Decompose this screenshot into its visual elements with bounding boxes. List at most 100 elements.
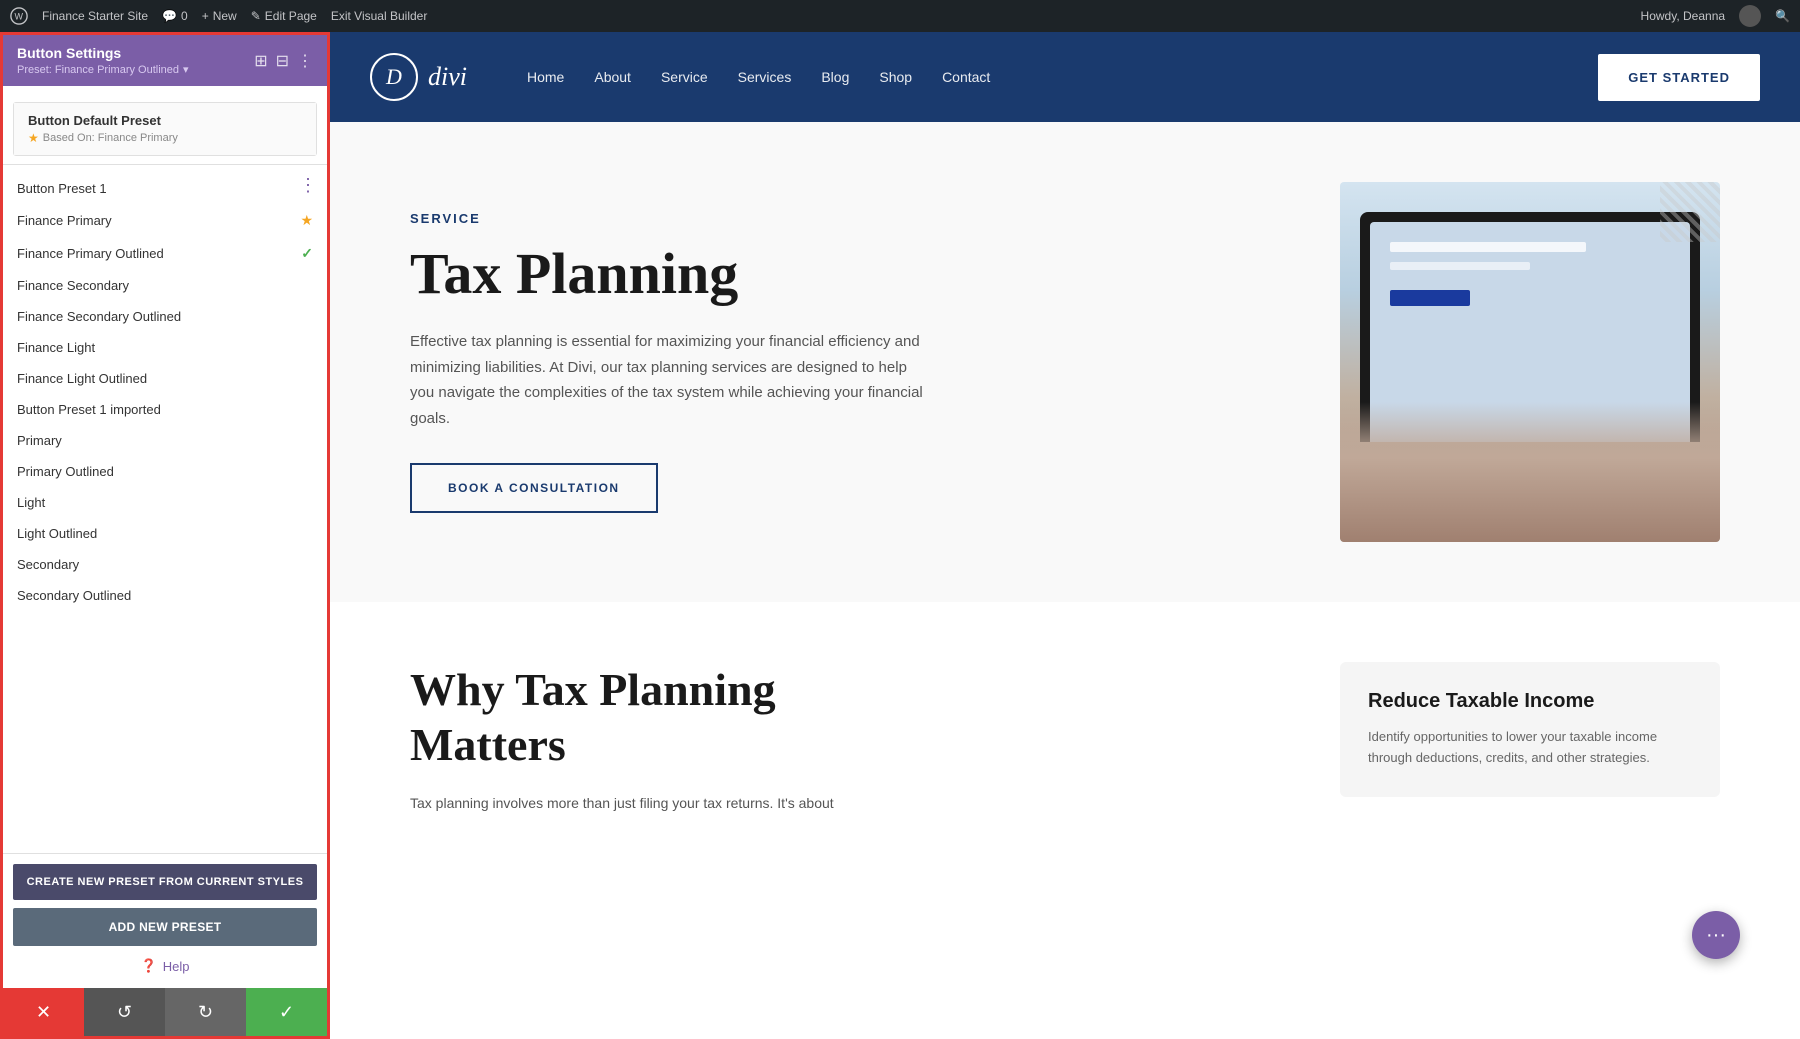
settings-icon-button[interactable]: ⊞ <box>254 51 267 71</box>
site-navigation: D divi Home About Service Services Blog … <box>330 32 1800 122</box>
wp-logo[interactable]: W <box>10 7 28 25</box>
layout-icon-button[interactable]: ⊟ <box>276 51 289 71</box>
nav-link-contact[interactable]: Contact <box>942 69 990 85</box>
button-settings-panel: Button Settings Preset: Finance Primary … <box>0 32 330 1039</box>
exit-builder-link[interactable]: Exit Visual Builder <box>331 9 428 23</box>
cancel-button[interactable]: ✕ <box>3 988 84 1036</box>
list-item[interactable]: Secondary Outlined <box>3 580 327 611</box>
help-link[interactable]: ❓ Help <box>13 954 317 978</box>
preset-name: Finance Secondary <box>17 278 313 293</box>
list-item[interactable]: Primary <box>3 425 327 456</box>
hero-text: SERVICE Tax Planning Effective tax plann… <box>410 211 1280 514</box>
preset-name: Button Preset 1 imported <box>17 402 313 417</box>
logo-text: divi <box>428 62 467 92</box>
bottom-title-line2: Matters <box>410 719 566 770</box>
nav-link-service[interactable]: Service <box>661 69 708 85</box>
wordpress-icon: W <box>10 7 28 25</box>
panel-title: Button Settings <box>17 45 189 61</box>
nav-link-blog[interactable]: Blog <box>821 69 849 85</box>
list-item[interactable]: Light <box>3 487 327 518</box>
sidebar-header-info: Button Settings Preset: Finance Primary … <box>17 45 189 76</box>
nav-link-home[interactable]: Home <box>527 69 564 85</box>
info-card-description: Identify opportunities to lower your tax… <box>1368 727 1692 769</box>
context-menu-icon[interactable]: ⋮ <box>299 175 317 196</box>
book-consultation-button[interactable]: BOOK A CONSULTATION <box>410 463 658 513</box>
default-preset-group: Button Default Preset ★ Based On: Financ… <box>13 102 317 156</box>
fab-button[interactable]: ··· <box>1692 911 1740 959</box>
save-button[interactable]: ✓ <box>246 988 327 1036</box>
redo-button[interactable]: ↻ <box>165 988 246 1036</box>
list-item[interactable]: Finance Primary Outlined ✓ <box>3 237 327 270</box>
screen-button <box>1390 290 1470 306</box>
undo-button[interactable]: ↺ <box>84 988 165 1036</box>
list-item[interactable]: Primary Outlined <box>3 456 327 487</box>
list-item[interactable]: Secondary <box>3 549 327 580</box>
list-item[interactable]: Finance Light <box>3 332 327 363</box>
sidebar-content: Button Default Preset ★ Based On: Financ… <box>3 86 327 853</box>
exit-builder-label: Exit Visual Builder <box>331 9 428 23</box>
logo-circle: D <box>370 53 418 101</box>
default-preset-sub: ★ Based On: Finance Primary <box>28 131 302 145</box>
save-icon: ✓ <box>279 1002 294 1023</box>
main-layout: Button Settings Preset: Finance Primary … <box>0 32 1800 1039</box>
list-item[interactable]: Finance Secondary <box>3 270 327 301</box>
preset-name: Finance Secondary Outlined <box>17 309 313 324</box>
fab-icon: ··· <box>1706 924 1726 947</box>
undo-icon: ↺ <box>117 1002 132 1023</box>
comment-icon: 💬 <box>162 9 177 23</box>
pencil-icon: ✎ <box>251 9 261 23</box>
default-preset-header: Button Default Preset ★ Based On: Financ… <box>14 103 316 155</box>
screen-content <box>1370 222 1690 326</box>
hero-title: Tax Planning <box>410 242 1280 306</box>
help-label: Help <box>163 959 190 974</box>
preset-name: Secondary <box>17 557 313 572</box>
star-icon: ★ <box>28 131 39 145</box>
checkmark-icon: ✓ <box>301 245 313 262</box>
bottom-description: Tax planning involves more than just fil… <box>410 792 1280 816</box>
list-item[interactable]: Finance Secondary Outlined <box>3 301 327 332</box>
list-item[interactable]: Finance Light Outlined <box>3 363 327 394</box>
nav-link-services[interactable]: Services <box>738 69 792 85</box>
bottom-text: Why Tax Planning Matters Tax planning in… <box>410 662 1280 816</box>
stripe-pattern <box>1660 182 1720 242</box>
site-name-link[interactable]: Finance Starter Site <box>42 9 148 23</box>
preset-name: Light Outlined <box>17 526 313 541</box>
site-name-label: Finance Starter Site <box>42 9 148 23</box>
comments-link[interactable]: 💬 0 <box>162 9 188 23</box>
preset-name: Finance Primary Outlined <box>17 246 301 261</box>
cancel-icon: ✕ <box>36 1002 51 1023</box>
list-item[interactable]: Finance Primary ★ <box>3 204 327 237</box>
more-options-button[interactable]: ⋮ <box>297 51 313 71</box>
new-label: New <box>213 9 237 23</box>
search-icon[interactable]: 🔍 <box>1775 9 1790 23</box>
preset-name: Primary Outlined <box>17 464 313 479</box>
preset-list: Button Preset 1 Finance Primary ★ Financ… <box>3 169 327 615</box>
nav-link-about[interactable]: About <box>594 69 631 85</box>
screen-line-1 <box>1390 242 1586 252</box>
list-item[interactable]: Button Preset 1 <box>3 173 327 204</box>
list-item[interactable]: Light Outlined <box>3 518 327 549</box>
comments-count: 0 <box>181 9 188 23</box>
add-preset-button[interactable]: ADD NEW PRESET <box>13 908 317 946</box>
hero-section: SERVICE Tax Planning Effective tax plann… <box>330 122 1800 602</box>
preset-label: Preset: Finance Primary Outlined <box>17 64 179 76</box>
edit-page-link[interactable]: ✎ Edit Page <box>251 9 317 23</box>
nav-link-shop[interactable]: Shop <box>879 69 912 85</box>
sidebar-footer: CREATE NEW PRESET FROM CURRENT STYLES AD… <box>3 853 327 988</box>
bottom-title: Why Tax Planning Matters <box>410 662 1280 772</box>
info-card-title: Reduce Taxable Income <box>1368 690 1692 713</box>
hero-description: Effective tax planning is essential for … <box>410 329 930 431</box>
preset-name: Finance Light Outlined <box>17 371 313 386</box>
sidebar-header: Button Settings Preset: Finance Primary … <box>3 35 327 86</box>
list-item[interactable]: Button Preset 1 imported <box>3 394 327 425</box>
divider-1 <box>3 164 327 165</box>
nav-cta-button[interactable]: GET STARTED <box>1598 54 1760 101</box>
create-preset-button[interactable]: CREATE NEW PRESET FROM CURRENT STYLES <box>13 864 317 900</box>
main-content: D divi Home About Service Services Blog … <box>330 32 1800 1039</box>
new-link[interactable]: + New <box>202 9 237 23</box>
chevron-down-icon: ▾ <box>183 63 189 76</box>
redo-icon: ↻ <box>198 1002 213 1023</box>
hands-area <box>1340 402 1720 542</box>
admin-bar: W Finance Starter Site 💬 0 + New ✎ Edit … <box>0 0 1800 32</box>
screen-line-2 <box>1390 262 1530 270</box>
